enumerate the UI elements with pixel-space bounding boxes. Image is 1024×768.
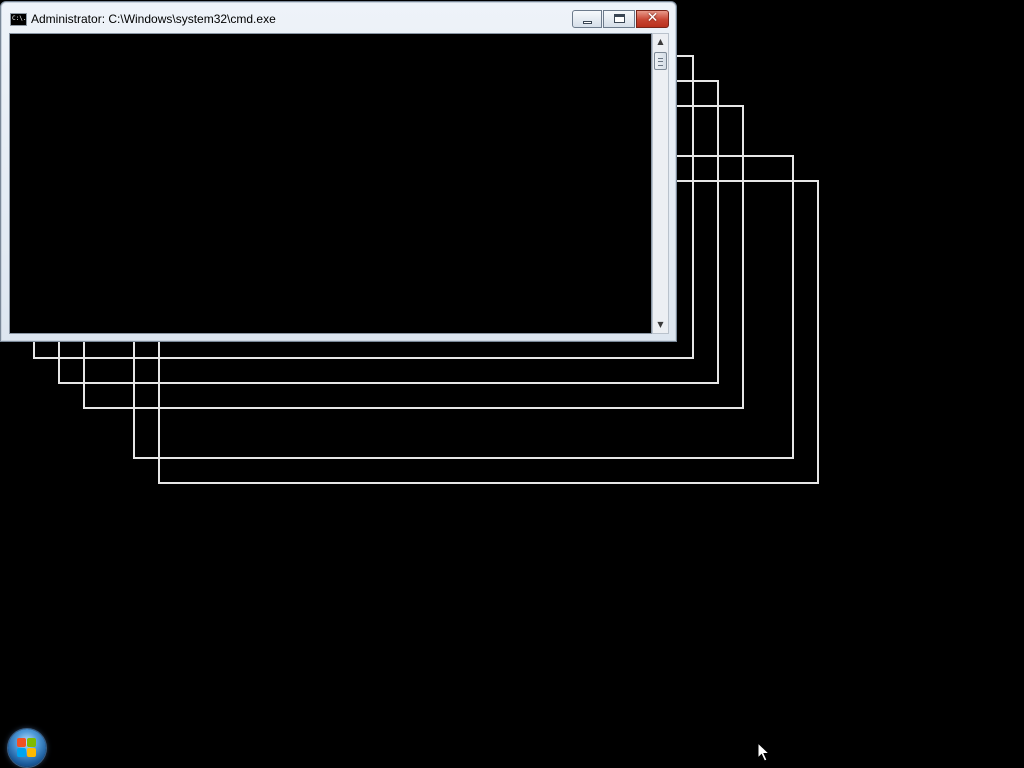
close-icon: ✕: [646, 10, 659, 26]
scroll-thumb[interactable]: [654, 52, 667, 70]
restore-icon: [614, 14, 625, 23]
cmd-window[interactable]: C:\. Administrator: C:\Windows\system32\…: [0, 1, 677, 342]
cmd-icon[interactable]: C:\.: [10, 13, 27, 26]
console-area[interactable]: [9, 33, 652, 334]
scroll-down-arrow-icon[interactable]: ▼: [653, 318, 668, 332]
window-title: Administrator: C:\Windows\system32\cmd.e…: [31, 12, 276, 26]
maximize-button[interactable]: [603, 10, 635, 28]
mouse-pointer-icon: [757, 742, 771, 762]
minimize-icon: [583, 21, 592, 24]
start-button[interactable]: [8, 729, 46, 767]
desktop: C:\. Administrator: C:\Windows\system32\…: [0, 0, 1024, 768]
vertical-scrollbar[interactable]: ▲ ▼: [652, 33, 669, 334]
minimize-button[interactable]: [572, 10, 602, 28]
title-bar[interactable]: C:\. Administrator: C:\Windows\system32\…: [1, 2, 676, 32]
windows-logo-icon: [17, 738, 37, 758]
grip-icon: [658, 58, 663, 66]
close-button[interactable]: ✕: [636, 10, 669, 28]
scroll-up-arrow-icon[interactable]: ▲: [653, 35, 668, 49]
